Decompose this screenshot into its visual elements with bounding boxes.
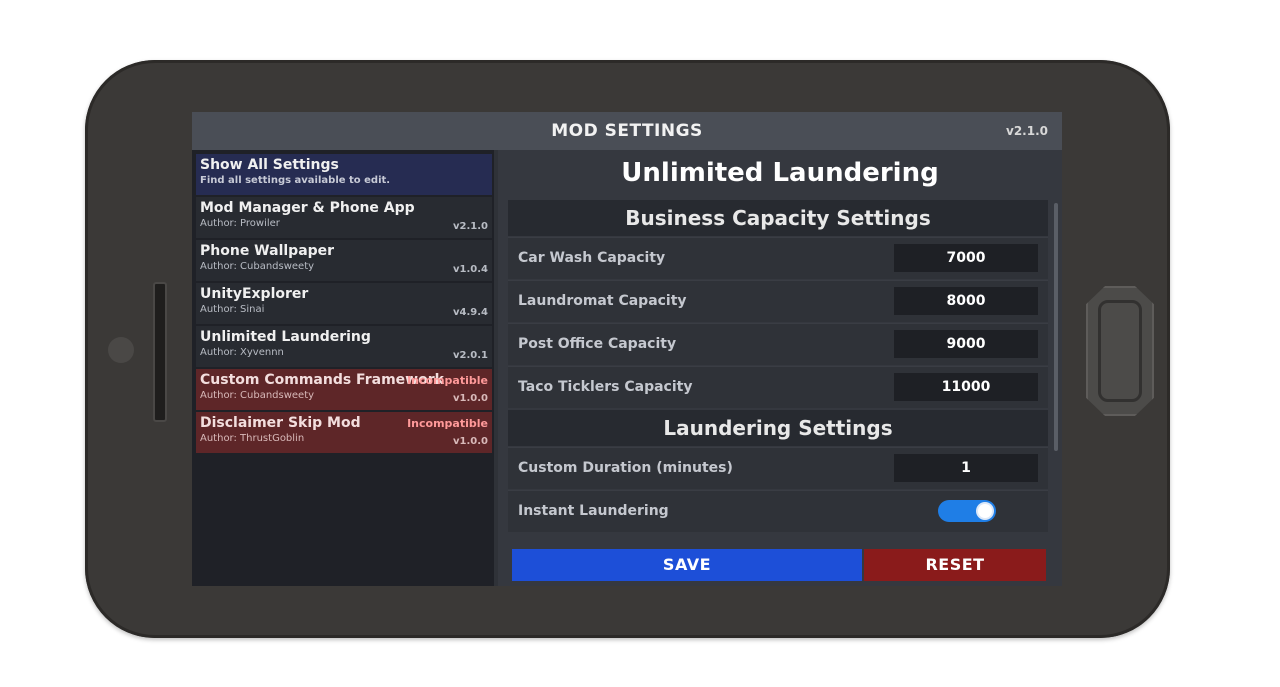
setting-row-instant-laundering: Instant Laundering [508,490,1048,532]
title-bar: MOD SETTINGS v2.1.0 [192,112,1062,150]
settings-panel: Unlimited Laundering Business Capacity S… [498,150,1062,586]
mod-version: v2.1.0 [453,221,488,232]
setting-row-laundromat: Laundromat Capacity [508,280,1048,322]
setting-label: Instant Laundering [518,503,669,519]
reset-button[interactable]: RESET [864,549,1046,581]
setting-label: Custom Duration (minutes) [518,460,733,476]
mod-name: Phone Wallpaper [200,243,335,259]
app-version: v2.1.0 [1006,124,1048,138]
mod-name: UnityExplorer [200,286,309,302]
sidebar-item-description: Find all settings available to edit. [200,175,391,186]
setting-label: Post Office Capacity [518,336,677,352]
mod-author: Author: Sinai [200,304,265,315]
sidebar-item-show-all[interactable]: Show All Settings Find all settings avai… [196,154,492,195]
section-header-laundering: Laundering Settings [508,410,1048,446]
mod-name: Mod Manager & Phone App [200,200,415,216]
setting-row-custom-duration: Custom Duration (minutes) [508,447,1048,489]
window-title: MOD SETTINGS [551,121,703,141]
mod-author: Author: Cubandsweety [200,390,315,401]
mod-version: v1.0.0 [453,436,488,447]
custom-duration-input[interactable] [894,454,1038,482]
sidebar-item-unlimited-laundering[interactable]: Unlimited Laundering Author: Xyvennn v2.… [196,326,492,367]
setting-row-car-wash: Car Wash Capacity [508,237,1048,279]
toggle-knob-icon [978,504,992,518]
mod-author: Author: Xyvennn [200,347,284,358]
sidebar-item-phone-wallpaper[interactable]: Phone Wallpaper Author: Cubandsweety v1.… [196,240,492,281]
front-camera [108,337,134,363]
instant-laundering-toggle[interactable] [938,500,996,522]
mod-settings-title: Unlimited Laundering [621,158,939,188]
sidebar-item-mod-manager[interactable]: Mod Manager & Phone App Author: Prowiler… [196,197,492,238]
incompatible-badge: Incompatible [407,417,488,430]
mod-author: Author: ThrustGoblin [200,433,305,444]
setting-row-post-office: Post Office Capacity [508,323,1048,365]
settings-scrollbar[interactable] [1054,203,1058,451]
car-wash-capacity-input[interactable] [894,244,1038,272]
taco-ticklers-capacity-input[interactable] [894,373,1038,401]
phone-side-button [153,282,167,422]
mod-version: v1.0.4 [453,264,488,275]
section-header-business-capacity: Business Capacity Settings [508,200,1048,236]
mod-version: v4.9.4 [453,307,488,318]
post-office-capacity-input[interactable] [894,330,1038,358]
sidebar-item-label: Show All Settings [200,157,339,173]
sidebar-item-unityexplorer[interactable]: UnityExplorer Author: Sinai v4.9.4 [196,283,492,324]
sidebar-item-custom-commands[interactable]: Custom Commands Framework Incompatible A… [196,369,492,410]
setting-label: Laundromat Capacity [518,293,687,309]
setting-row-taco-ticklers: Taco Ticklers Capacity [508,366,1048,408]
laundromat-capacity-input[interactable] [894,287,1038,315]
incompatible-badge: Incompatible [407,374,488,387]
save-button[interactable]: SAVE [512,549,862,581]
home-button[interactable] [1086,286,1154,416]
mod-name: Unlimited Laundering [200,329,371,345]
mod-author: Author: Prowiler [200,218,280,229]
setting-label: Car Wash Capacity [518,250,666,266]
mod-version: v1.0.0 [453,393,488,404]
mod-author: Author: Cubandsweety [200,261,315,272]
phone-screen: MOD SETTINGS v2.1.0 Show All Settings Fi… [192,112,1062,586]
mod-version: v2.0.1 [453,350,488,361]
mod-list-sidebar: Show All Settings Find all settings avai… [192,150,494,586]
sidebar-item-disclaimer-skip[interactable]: Disclaimer Skip Mod Incompatible Author:… [196,412,492,453]
setting-label: Taco Ticklers Capacity [518,379,693,395]
